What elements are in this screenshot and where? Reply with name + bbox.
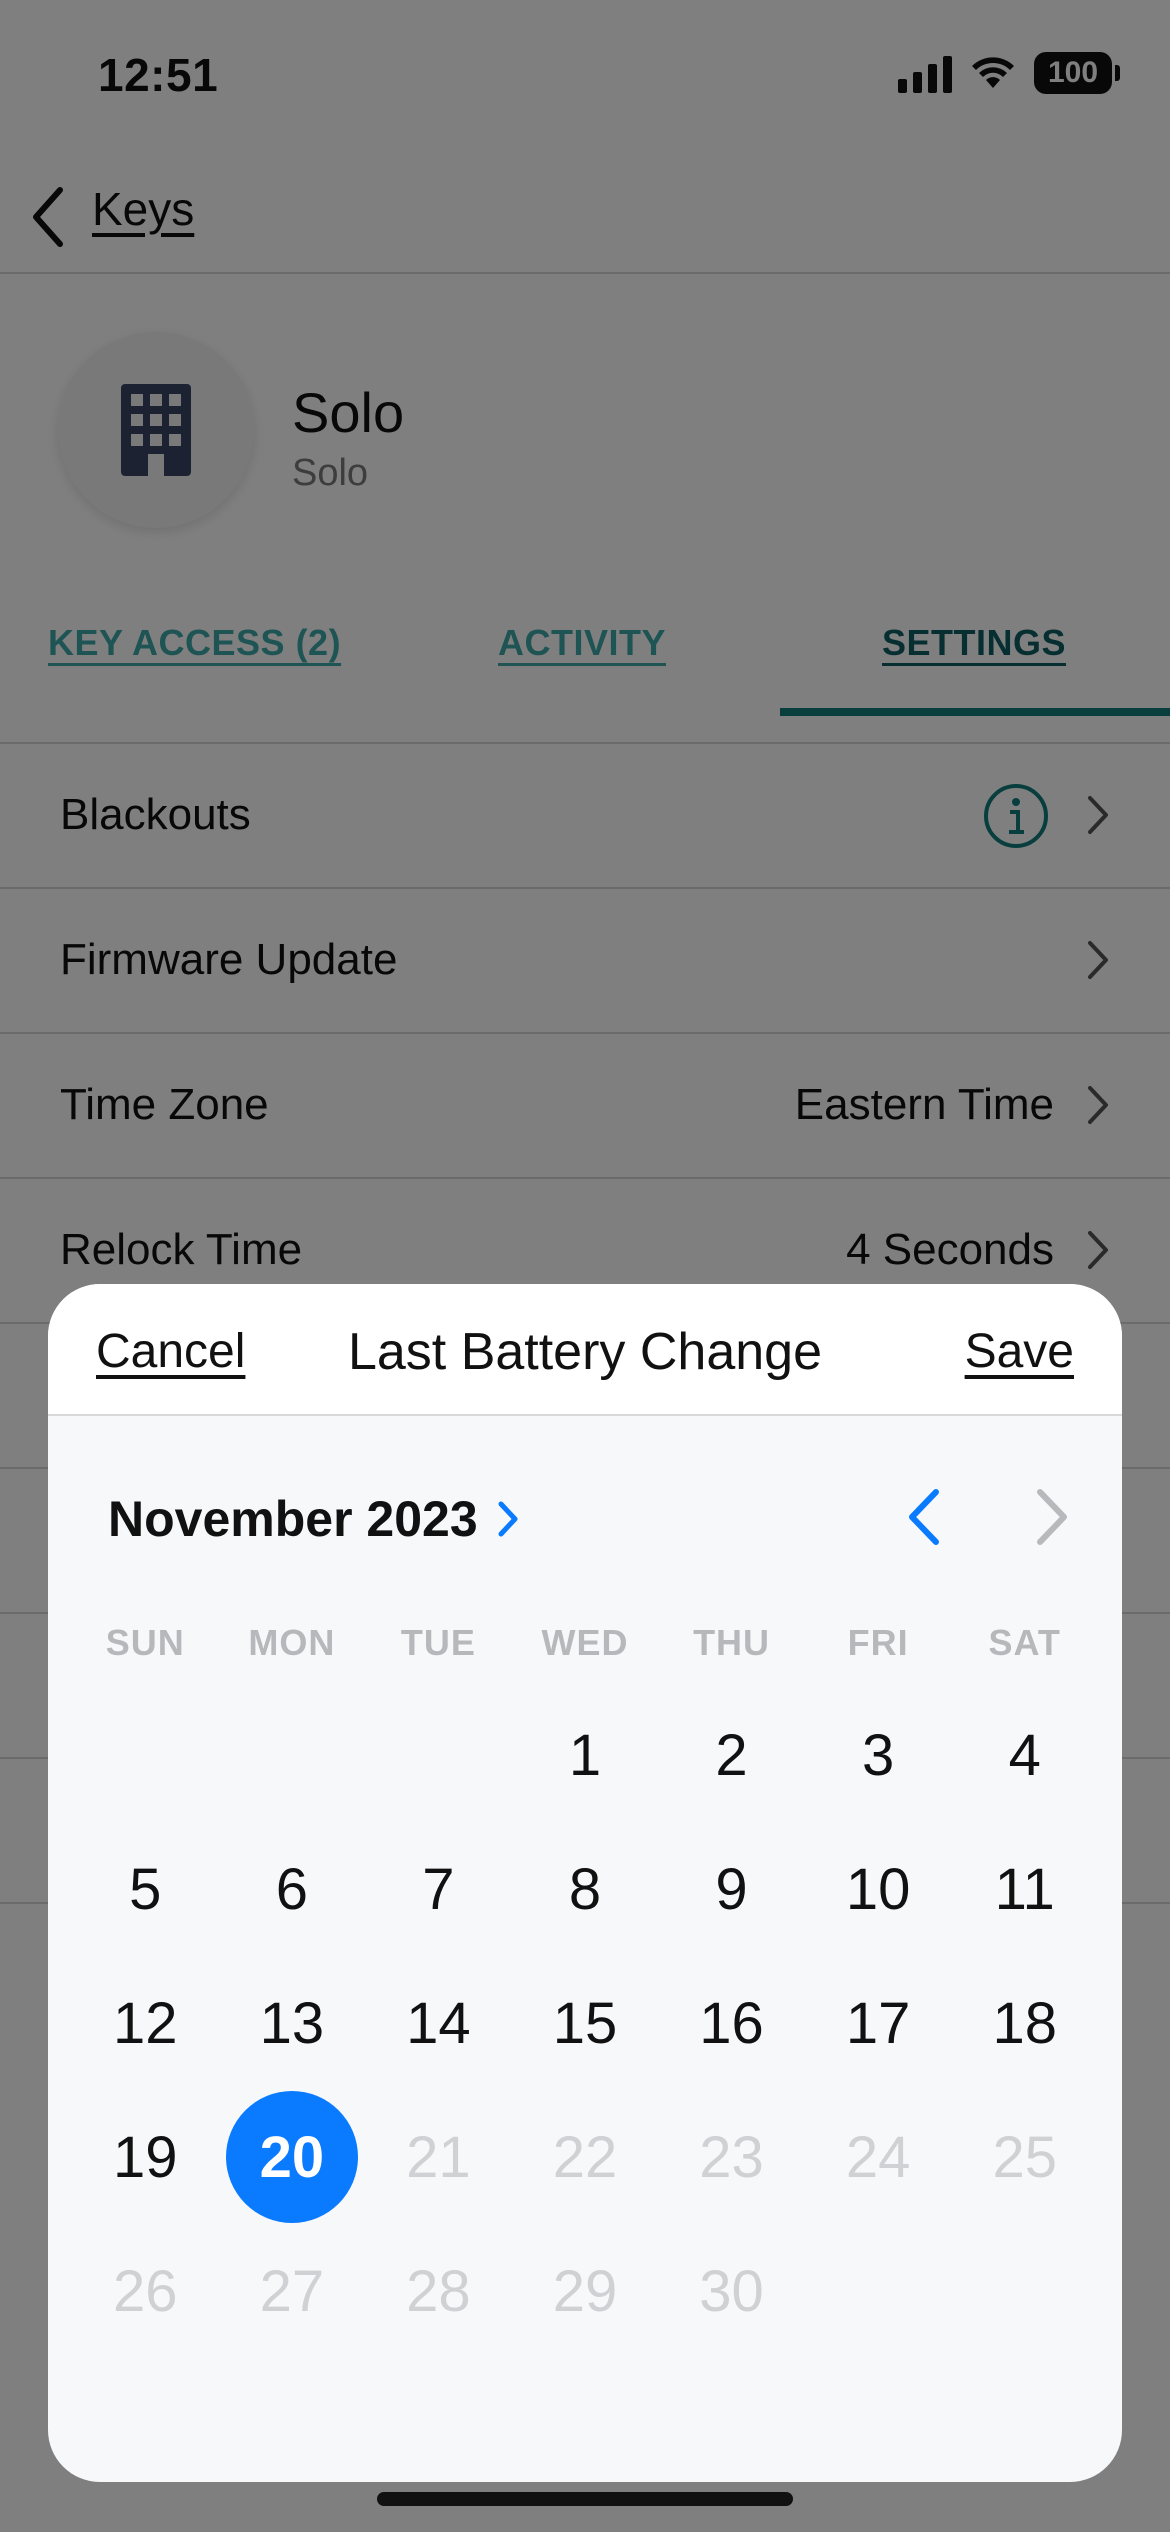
calendar-day-number: 7 (422, 1856, 455, 1922)
calendar-day[interactable]: 4 (951, 1688, 1098, 1822)
calendar-day[interactable]: 14 (365, 1956, 512, 2090)
calendar-day[interactable]: 9 (658, 1822, 805, 1956)
calendar-day[interactable]: 18 (951, 1956, 1098, 2090)
calendar-day-number: 23 (699, 2124, 764, 2190)
calendar-day: 21 (365, 2090, 512, 2224)
calendar-day-selected[interactable]: 20 (219, 2090, 366, 2224)
calendar-day-number: 30 (699, 2258, 764, 2324)
calendar-day[interactable]: 10 (805, 1822, 952, 1956)
calendar-day[interactable]: 7 (365, 1822, 512, 1956)
save-button[interactable]: Save (965, 1324, 1074, 1379)
calendar-day: 27 (219, 2224, 366, 2358)
calendar-day[interactable]: 5 (72, 1822, 219, 1956)
calendar-day[interactable]: 19 (72, 2090, 219, 2224)
calendar-day-number: 2 (715, 1722, 748, 1788)
calendar-day-number: 11 (994, 1856, 1055, 1922)
calendar-day: 22 (512, 2090, 659, 2224)
weekday-label: MON (248, 1622, 336, 1663)
calendar-day-number: 26 (113, 2258, 178, 2324)
weekday-header: SUN MON TUE WED THU FRI SAT (72, 1622, 1098, 1664)
calendar-day-number: 5 (129, 1856, 162, 1922)
calendar-day[interactable]: 1 (512, 1688, 659, 1822)
weekday-label: TUE (400, 1622, 476, 1663)
calendar-day: 29 (512, 2224, 659, 2358)
weekday-label: WED (541, 1622, 629, 1663)
calendar-day-number: 21 (406, 2124, 471, 2190)
chevron-right-icon (498, 1501, 518, 1537)
calendar-day-number: 25 (992, 2124, 1057, 2190)
previous-month-button[interactable] (904, 1486, 944, 1548)
calendar-day[interactable]: 6 (219, 1822, 366, 1956)
calendar-day: 25 (951, 2090, 1098, 2224)
weekday-label: SAT (988, 1622, 1061, 1663)
cancel-button[interactable]: Cancel (96, 1324, 245, 1379)
month-year-selector[interactable]: November 2023 (108, 1490, 520, 1548)
calendar-day-number: 22 (552, 2124, 618, 2190)
calendar-day[interactable]: 8 (512, 1822, 659, 1956)
calendar-day-number: 9 (715, 1856, 748, 1922)
calendar-day-number: 17 (845, 1990, 911, 2056)
calendar-day[interactable]: 3 (805, 1688, 952, 1822)
calendar-day: 28 (365, 2224, 512, 2358)
month-label: November 2023 (108, 1491, 478, 1547)
calendar-day[interactable]: 11 (951, 1822, 1098, 1956)
calendar-day-number: 8 (568, 1856, 602, 1922)
calendar-day: 26 (72, 2224, 219, 2358)
calendar-day-number: 18 (992, 1990, 1057, 2056)
calendar-day-number: 20 (225, 2091, 358, 2223)
weekday-label: FRI (847, 1622, 909, 1663)
calendar-day: 24 (805, 2090, 952, 2224)
weekday-label: SUN (105, 1622, 185, 1663)
calendar-day-number: 16 (699, 1990, 764, 2056)
calendar-days-grid: 1 2 3 4 5 6 7 8 9 10 11 12 13 14 15 16 17 18 19 20 21 22 23 24 2… (72, 1688, 1098, 2358)
calendar-day[interactable]: 2 (658, 1688, 805, 1822)
calendar-day: 23 (658, 2090, 805, 2224)
home-indicator (377, 2492, 793, 2506)
calendar-day-number: 10 (845, 1856, 911, 1922)
calendar-day-number: 6 (275, 1856, 308, 1922)
calendar-day-number: 12 (113, 1990, 178, 2056)
calendar-day-number: 4 (1008, 1722, 1041, 1788)
calendar-blank-cell (365, 1688, 512, 1822)
calendar-day-number: 28 (406, 2258, 471, 2324)
date-picker-sheet: Last Battery Change Cancel Save November… (48, 1284, 1122, 2482)
calendar-day[interactable]: 15 (512, 1956, 659, 2090)
calendar-day-number: 19 (113, 2124, 178, 2190)
calendar-blank-cell (72, 1688, 219, 1822)
calendar-day[interactable]: 17 (805, 1956, 952, 2090)
calendar-day: 30 (658, 2224, 805, 2358)
next-month-button[interactable] (1032, 1486, 1072, 1548)
calendar-blank-cell (219, 1688, 366, 1822)
sheet-header: Last Battery Change Cancel Save (48, 1284, 1122, 1416)
calendar-day[interactable]: 16 (658, 1956, 805, 2090)
calendar-day-number: 27 (259, 2258, 325, 2324)
calendar-day-number: 3 (861, 1722, 895, 1788)
calendar-day-number: 1 (568, 1722, 602, 1788)
calendar-day[interactable]: 13 (219, 1956, 366, 2090)
calendar-day[interactable]: 12 (72, 1956, 219, 2090)
calendar-day-number: 29 (552, 2258, 618, 2324)
weekday-label: THU (693, 1622, 771, 1663)
calendar-day-number: 15 (552, 1990, 618, 2056)
calendar-day-number: 13 (259, 1990, 325, 2056)
calendar-day-number: 14 (406, 1990, 471, 2056)
calendar-day-number: 24 (845, 2124, 911, 2190)
